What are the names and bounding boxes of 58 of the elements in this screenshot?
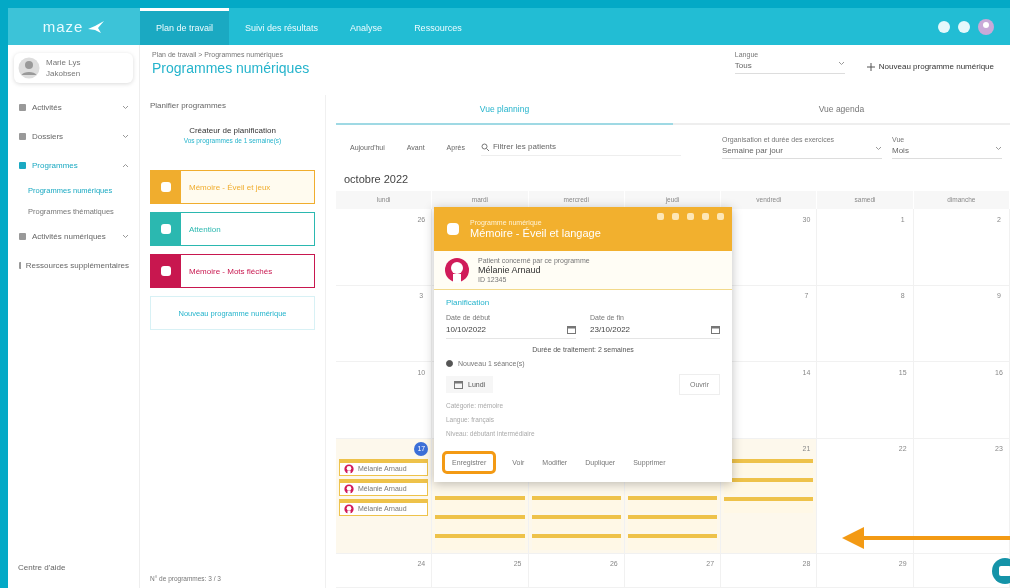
- page-title: Programmes numériques: [152, 60, 311, 76]
- user-name: Marie Lys: [46, 58, 81, 67]
- toolbar-icon[interactable]: [657, 213, 664, 220]
- sidebar-item[interactable]: Programmes: [14, 153, 133, 178]
- event-bar[interactable]: [435, 534, 525, 550]
- event-bar[interactable]: [435, 515, 525, 531]
- user-role: Jakobsen: [46, 69, 81, 78]
- toolbar-icon[interactable]: [687, 213, 694, 220]
- event-bar[interactable]: [627, 515, 718, 531]
- program-icon: [160, 181, 172, 193]
- sidebar-item[interactable]: Activités: [14, 95, 133, 120]
- patient-avatar-icon: [444, 257, 470, 283]
- chat-icon: [999, 566, 1010, 576]
- profile-icon[interactable]: [978, 18, 994, 35]
- help-link[interactable]: Centre d'aide: [14, 555, 133, 580]
- user-card[interactable]: Marie Lys Jakobsen: [14, 53, 133, 83]
- event-bar[interactable]: [724, 478, 814, 494]
- popup-title: Mémoire - Éveil et langage: [470, 227, 601, 239]
- patient-avatar-icon: [344, 464, 354, 474]
- event-bar[interactable]: [531, 534, 621, 550]
- event-bar[interactable]: [531, 515, 621, 531]
- calendar-icon: [711, 325, 720, 334]
- patient-avatar-icon: [344, 484, 354, 494]
- program-icon: [160, 223, 172, 235]
- nav-tab[interactable]: Plan de travail: [140, 8, 230, 45]
- chevron-icon: [122, 234, 129, 239]
- sidebar-item[interactable]: Dossiers: [14, 124, 133, 149]
- plus-icon: [866, 62, 875, 71]
- event-bar[interactable]: [531, 496, 621, 512]
- program-card[interactable]: Attention: [150, 212, 315, 246]
- sidebar-item[interactable]: Activités numériques: [14, 224, 133, 249]
- chevron-icon: [995, 145, 1002, 151]
- sidebar-item[interactable]: Ressources supplémentaires: [14, 253, 133, 278]
- patient-name: Mélanie Arnaud: [478, 265, 542, 275]
- chevron-icon: [875, 145, 882, 151]
- chevron-icon: [122, 134, 129, 139]
- new-program-button[interactable]: Nouveau programme numérique: [860, 61, 1000, 72]
- program-icon: [160, 265, 172, 277]
- search-icon: [480, 142, 489, 151]
- event-bar[interactable]: [435, 496, 525, 512]
- chevron-icon: [122, 163, 129, 168]
- toolbar-icon[interactable]: [717, 213, 724, 220]
- avatar-icon: [18, 57, 40, 79]
- patient-filter-field[interactable]: Filtrer les patients: [480, 138, 681, 156]
- chevron-icon: [122, 105, 129, 110]
- section-link[interactable]: Planification: [446, 298, 720, 307]
- event-bar[interactable]: [627, 496, 718, 512]
- month-title: octobre 2022: [343, 172, 410, 187]
- toolbar-icon[interactable]: [672, 213, 679, 220]
- chevron-icon: [837, 61, 845, 66]
- event-bar[interactable]: [724, 497, 814, 513]
- patient-avatar-icon: [344, 504, 354, 514]
- event-bar[interactable]: [627, 534, 718, 550]
- program-card[interactable]: Mémoire - Mots fléchés: [150, 254, 315, 288]
- toolbar-icon[interactable]: [702, 213, 709, 220]
- section-heading: Planifier programmes: [150, 101, 228, 110]
- calendar-icon: [567, 325, 576, 334]
- calendar-icon: [454, 380, 463, 389]
